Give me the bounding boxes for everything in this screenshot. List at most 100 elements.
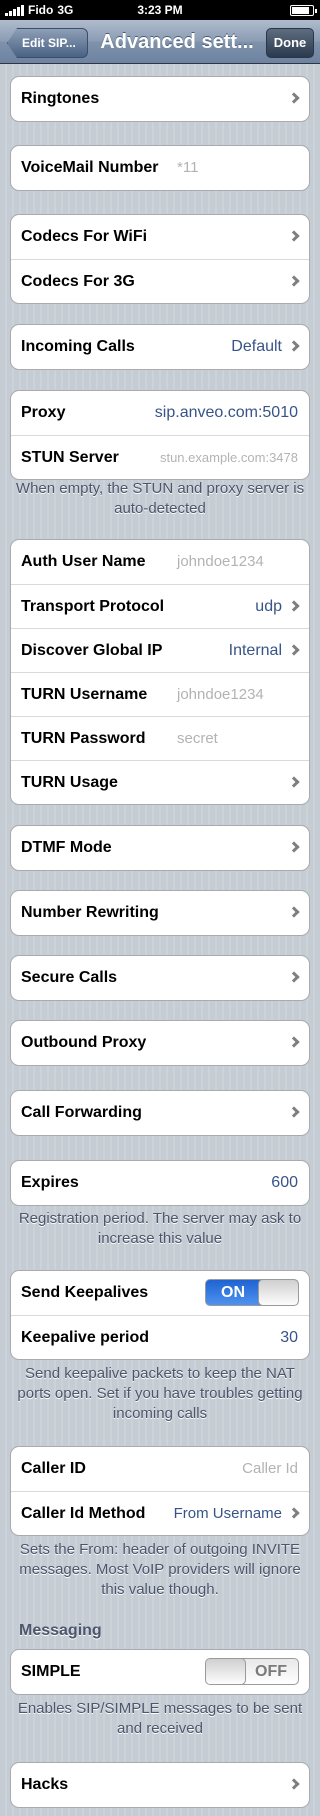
- messaging-section-header: Messaging: [19, 1622, 102, 1639]
- secure-calls-label: Secure Calls: [21, 969, 118, 986]
- call-forwarding-group: Call Forwarding: [10, 1090, 310, 1136]
- expires-group: Expires 600: [10, 1160, 310, 1206]
- auth-user-label: Auth User Name: [21, 553, 146, 570]
- incoming-calls-label: Incoming Calls: [21, 338, 135, 355]
- done-button[interactable]: Done: [266, 28, 314, 58]
- caller-id-label: Caller ID: [21, 1460, 86, 1477]
- keepalive-period-label: Keepalive period: [21, 1329, 150, 1346]
- voicemail-label: VoiceMail Number: [21, 159, 159, 176]
- voicemail-row[interactable]: VoiceMail Number *11: [11, 146, 309, 190]
- turn-username-input[interactable]: johndoe1234: [177, 673, 264, 716]
- send-keepalives-label: Send Keepalives: [21, 1284, 149, 1301]
- auth-user-input[interactable]: johndoe1234: [177, 540, 264, 583]
- incoming-calls-group: Incoming Calls Default: [10, 324, 310, 370]
- stun-server-row[interactable]: STUN Server stun.example.com:3478: [11, 435, 309, 479]
- dtmf-mode-label: DTMF Mode: [21, 839, 112, 856]
- voicemail-group: VoiceMail Number *11: [10, 145, 310, 191]
- turn-password-label: TURN Password: [21, 730, 146, 747]
- caller-id-input[interactable]: Caller Id: [242, 1447, 298, 1490]
- status-time: 3:23 PM: [137, 3, 183, 17]
- discover-global-ip-value: Internal: [228, 642, 282, 659]
- page-title: Advanced sett...: [100, 31, 254, 53]
- simple-label: SIMPLE: [21, 1663, 81, 1680]
- number-rewriting-group: Number Rewriting: [10, 890, 310, 936]
- back-button[interactable]: Edit SIP...: [7, 28, 88, 58]
- turn-username-label: TURN Username: [21, 686, 148, 703]
- number-rewriting-row[interactable]: Number Rewriting: [11, 891, 309, 935]
- chevron-right-icon: [288, 1778, 300, 1790]
- outbound-proxy-group: Outbound Proxy: [10, 1020, 310, 1066]
- keepalive-group: Send Keepalives ON Keepalive period 30: [10, 1270, 310, 1360]
- chevron-right-icon: [288, 230, 300, 242]
- ringtones-label: Ringtones: [21, 90, 100, 107]
- messaging-group: SIMPLE OFF: [10, 1649, 310, 1695]
- simple-toggle[interactable]: OFF: [205, 1658, 299, 1685]
- proxy-group: Proxy sip.anveo.com:5010 STUN Server stu…: [10, 390, 310, 480]
- expires-input[interactable]: 600: [271, 1161, 298, 1204]
- chevron-right-icon: [288, 1106, 300, 1118]
- turn-usage-label: TURN Usage: [21, 774, 118, 791]
- outbound-proxy-label: Outbound Proxy: [21, 1034, 147, 1051]
- proxy-row[interactable]: Proxy sip.anveo.com:5010: [11, 391, 309, 435]
- discover-global-ip-row[interactable]: Discover Global IP Internal: [11, 628, 309, 672]
- stun-server-label: STUN Server: [21, 449, 119, 466]
- messaging-footer-note: Enables SIP/SIMPLE messages to be sent a…: [17, 1700, 303, 1737]
- transport-protocol-value: udp: [255, 598, 282, 615]
- secure-calls-group: Secure Calls: [10, 955, 310, 1001]
- discover-global-ip-label: Discover Global IP: [21, 642, 163, 659]
- chevron-right-icon: [288, 92, 300, 104]
- call-forwarding-row[interactable]: Call Forwarding: [11, 1091, 309, 1135]
- proxy-footer-note: When empty, the STUN and proxy server is…: [15, 480, 305, 517]
- auth-group: Auth User Name johndoe1234 Transport Pro…: [10, 539, 310, 805]
- chevron-right-icon: [288, 776, 300, 788]
- caller-id-method-row[interactable]: Caller Id Method From Username: [11, 1491, 309, 1535]
- hacks-label: Hacks: [21, 1776, 69, 1793]
- hacks-row[interactable]: Hacks: [11, 1763, 309, 1807]
- voicemail-number-input[interactable]: *11: [177, 146, 198, 189]
- caller-id-method-value: From Username: [173, 1505, 282, 1522]
- keepalive-period-input[interactable]: 30: [280, 1316, 298, 1359]
- stun-server-input[interactable]: stun.example.com:3478: [160, 436, 298, 479]
- turn-password-input[interactable]: secret: [177, 717, 218, 760]
- codecs-wifi-row[interactable]: Codecs For WiFi: [11, 215, 309, 259]
- auth-user-row[interactable]: Auth User Name johndoe1234: [11, 540, 309, 584]
- chevron-right-icon: [288, 1036, 300, 1048]
- transport-protocol-row[interactable]: Transport Protocol udp: [11, 584, 309, 628]
- incoming-calls-row[interactable]: Incoming Calls Default: [11, 325, 309, 369]
- send-keepalives-toggle[interactable]: ON: [205, 1279, 299, 1306]
- chevron-right-icon: [288, 841, 300, 853]
- chevron-right-icon: [288, 275, 300, 287]
- proxy-input[interactable]: sip.anveo.com:5010: [155, 391, 298, 434]
- codecs-wifi-label: Codecs For WiFi: [21, 228, 148, 245]
- proxy-label: Proxy: [21, 404, 66, 421]
- ringtones-group: Ringtones: [10, 76, 310, 122]
- chevron-right-icon: [288, 1507, 300, 1519]
- hacks-group: Hacks: [10, 1762, 310, 1808]
- battery-icon: [290, 5, 317, 16]
- toggle-state-text: ON: [221, 1284, 245, 1301]
- chevron-right-icon: [288, 340, 300, 352]
- codecs-3g-row[interactable]: Codecs For 3G: [11, 259, 309, 303]
- caller-id-group: Caller ID Caller Id Caller Id Method Fro…: [10, 1446, 310, 1536]
- caller-id-row[interactable]: Caller ID Caller Id: [11, 1447, 309, 1491]
- chevron-right-icon: [288, 971, 300, 983]
- keepalive-period-row[interactable]: Keepalive period 30: [11, 1315, 309, 1359]
- dtmf-mode-row[interactable]: DTMF Mode: [11, 826, 309, 870]
- navigation-bar: Edit SIP... Advanced sett... Done: [0, 20, 320, 64]
- keepalive-footer-note: Send keepalive packets to keep the NAT p…: [17, 1365, 303, 1422]
- outbound-proxy-row[interactable]: Outbound Proxy: [11, 1021, 309, 1065]
- secure-calls-row[interactable]: Secure Calls: [11, 956, 309, 1000]
- chevron-right-icon: [288, 644, 300, 656]
- toggle-state-text: OFF: [255, 1663, 287, 1680]
- expires-footer-note: Registration period. The server may ask …: [18, 1210, 302, 1247]
- toggle-knob: [258, 1280, 298, 1305]
- ringtones-row[interactable]: Ringtones: [11, 77, 309, 121]
- codecs-group: Codecs For WiFi Codecs For 3G: [10, 214, 310, 304]
- turn-usage-row[interactable]: TURN Usage: [11, 760, 309, 804]
- turn-password-row[interactable]: TURN Password secret: [11, 716, 309, 760]
- expires-row[interactable]: Expires 600: [11, 1161, 309, 1205]
- caller-id-footer-note: Sets the From: header of outgoing INVITE…: [19, 1541, 301, 1598]
- status-bar: Fido 3G 3:23 PM: [0, 0, 320, 20]
- incoming-calls-value: Default: [231, 338, 282, 355]
- turn-username-row[interactable]: TURN Username johndoe1234: [11, 672, 309, 716]
